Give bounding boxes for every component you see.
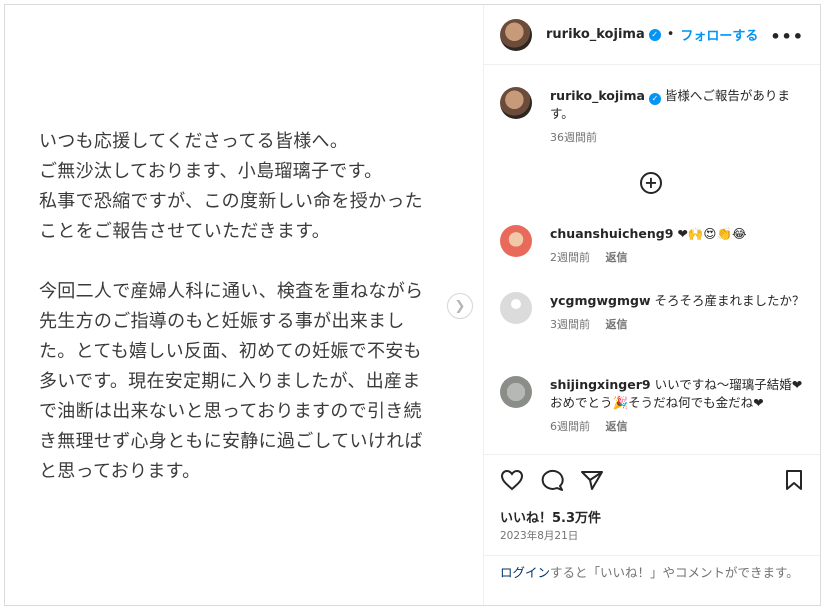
comment-time: 6週間前 xyxy=(550,420,590,433)
likes-count[interactable]: いいね！5.3万件 xyxy=(500,507,601,526)
share-icon[interactable] xyxy=(580,469,604,496)
reply-button[interactable]: 返信 xyxy=(606,318,628,331)
login-prompt-text: すると「いいね！」やコメントができます。 xyxy=(550,565,799,580)
avatar[interactable] xyxy=(500,376,532,408)
more-options-icon[interactable]: ••• xyxy=(770,27,804,46)
verified-badge-icon: ✓ xyxy=(648,93,661,105)
caption-time: 36週間前 xyxy=(550,131,597,144)
comment-username[interactable]: shijingxinger9 xyxy=(550,377,651,392)
reply-button[interactable]: 返信 xyxy=(606,251,628,264)
image-paragraph-2: 今回二人で産婦人科に通い、検査を重ねながら 先生方のご指導のもと妊娠する事が出来… xyxy=(39,281,424,482)
follow-button[interactable]: フォローする xyxy=(680,25,758,44)
header-username[interactable]: ruriko_kojima xyxy=(546,27,645,42)
comments-list: ruriko_kojima ✓ 皆様へご報告があります。 36週間前 + chua… xyxy=(484,65,820,453)
comment-time: 3週間前 xyxy=(550,318,590,331)
next-image-button[interactable]: ❯ xyxy=(447,293,473,319)
separator-dot: • xyxy=(666,27,675,42)
bookmark-icon[interactable] xyxy=(784,469,804,496)
comment-text: ❤🙌😍👏😂 xyxy=(677,226,747,241)
comment-icon[interactable] xyxy=(540,469,564,496)
post-date: 2023年8月21日 xyxy=(500,530,579,542)
verified-badge-icon: ✓ xyxy=(648,28,661,41)
comment-time: 2週間前 xyxy=(550,251,590,264)
plus-circle-icon[interactable]: + xyxy=(640,172,662,194)
comment-text: そろそろ産まれましたか？ xyxy=(654,293,805,308)
comment-username[interactable]: ycgmgwgmgw xyxy=(550,293,651,308)
post-image: いつも応援してくださってる皆様へ。 ご無沙汰しております、小島瑠璃子です。 私事… xyxy=(5,5,483,605)
post-image-text: いつも応援してくださってる皆様へ。 ご無沙汰しております、小島瑠璃子です。 私事… xyxy=(39,127,459,487)
post-dialog: いつも応援してくださってる皆様へ。 ご無沙汰しております、小島瑠璃子です。 私事… xyxy=(4,4,821,606)
avatar[interactable] xyxy=(500,225,532,257)
action-bar xyxy=(484,454,820,504)
post-header: ruriko_kojima ✓ • フォローする ••• xyxy=(484,5,820,65)
comment-item: shijingxinger9 いいですね～瑠璃子結婚❤おめでとう🎉そうだね何でも… xyxy=(500,376,808,436)
image-paragraph-1: いつも応援してくださってる皆様へ。 ご無沙汰しております、小島瑠璃子です。 私事… xyxy=(39,131,423,242)
comment-item: chuanshuicheng9 ❤🙌😍👏😂 2週間前 返信 xyxy=(500,225,808,267)
reply-button[interactable]: 返信 xyxy=(606,420,628,433)
heart-icon[interactable] xyxy=(500,469,524,496)
caption-username[interactable]: ruriko_kojima xyxy=(550,88,645,103)
chevron-right-icon: ❯ xyxy=(454,298,466,314)
login-prompt: ログインすると「いいね！」やコメントができます。 xyxy=(484,555,820,582)
comment-item: ycgmgwgmgw そろそろ産まれましたか？ 3週間前 返信 xyxy=(500,292,808,334)
comment-username[interactable]: chuanshuicheng9 xyxy=(550,226,673,241)
avatar[interactable] xyxy=(500,18,532,51)
avatar[interactable] xyxy=(500,292,532,324)
caption: ruriko_kojima ✓ 皆様へご報告があります。 36週間前 xyxy=(500,87,808,147)
avatar[interactable] xyxy=(500,87,532,119)
post-side-panel: ruriko_kojima ✓ • フォローする ••• ruriko_koji… xyxy=(483,5,820,605)
login-link[interactable]: ログイン xyxy=(500,565,550,580)
